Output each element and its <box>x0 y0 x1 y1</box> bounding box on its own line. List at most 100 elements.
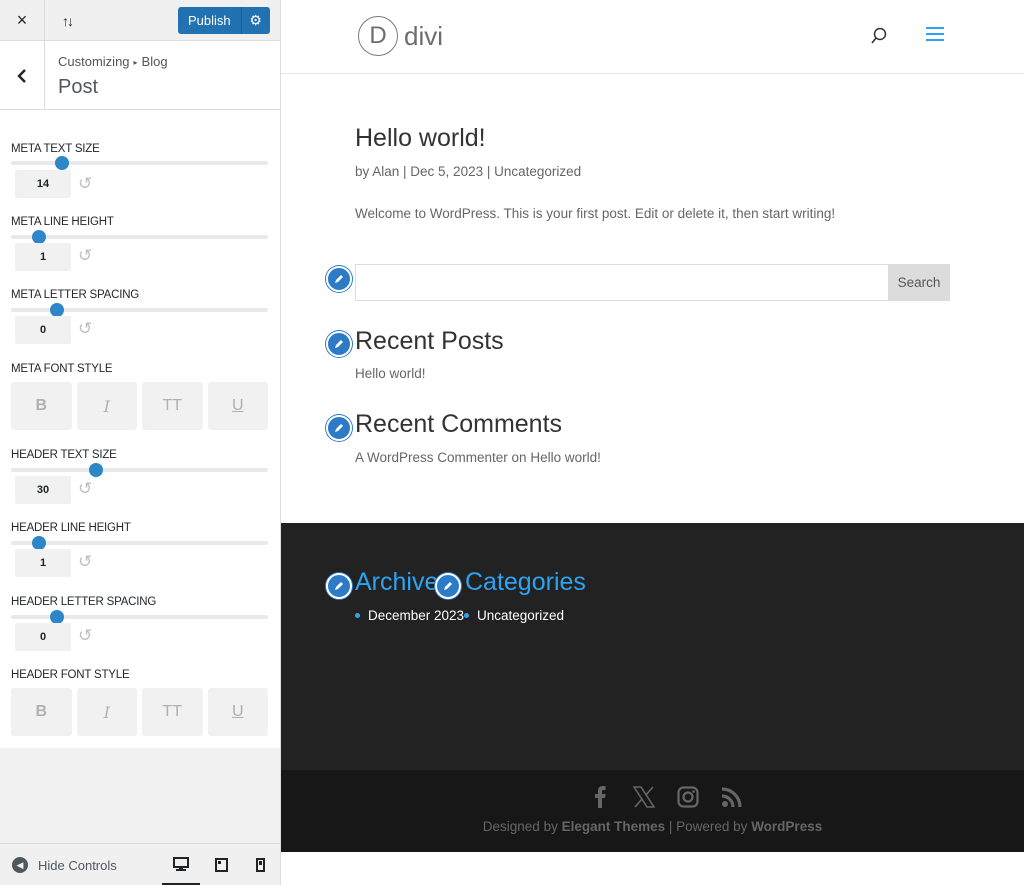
logo-text: divi <box>404 20 444 51</box>
breadcrumb-root: Customizing <box>58 54 130 69</box>
slider-handle[interactable] <box>88 463 103 477</box>
underline-button[interactable]: U <box>207 688 268 736</box>
underline-button[interactable]: U <box>207 382 268 430</box>
uppercase-button[interactable]: TT <box>142 382 203 430</box>
control-label: META LINE HEIGHT <box>11 216 114 228</box>
header-letter-spacing-slider[interactable] <box>11 610 268 624</box>
header-line-height-slider[interactable] <box>11 536 268 550</box>
preview-mobile-button[interactable] <box>241 844 279 885</box>
publish-group: Publish ⚙ <box>178 7 270 34</box>
facebook-icon[interactable] <box>587 784 613 810</box>
arrows-up-down-icon: ↑↓ <box>62 12 74 29</box>
customizer-topbar: × ↑↓ Publish ⚙ <box>0 0 280 41</box>
collapse-icon: ◀ <box>12 857 28 873</box>
reorder-button[interactable]: ↑↓ <box>45 0 89 41</box>
search-input[interactable] <box>355 264 888 301</box>
footer-credits: Designed by Elegant Themes | Powered by … <box>281 819 1024 834</box>
recent-comment-link[interactable]: A WordPress Commenter on Hello world! <box>355 450 601 465</box>
bold-button[interactable]: B <box>11 688 72 736</box>
site-logo[interactable]: D divi <box>358 16 443 56</box>
recent-post-link[interactable]: Hello world! <box>355 366 426 381</box>
header-text-size-slider[interactable] <box>11 463 268 477</box>
edit-shortcut-icon[interactable] <box>326 266 352 292</box>
italic-button[interactable]: I <box>76 382 137 430</box>
control-label: META FONT STYLE <box>11 363 113 375</box>
preview-desktop-button[interactable] <box>162 844 200 885</box>
hamburger-menu-icon[interactable] <box>926 27 944 45</box>
slider-handle[interactable] <box>32 536 47 550</box>
meta-font-style-group: B I TT U <box>11 382 268 430</box>
archive-link[interactable]: December 2023 <box>355 608 464 623</box>
x-icon[interactable] <box>631 784 657 810</box>
meta-line-height-input[interactable]: 1 <box>15 243 71 271</box>
slider-handle[interactable] <box>50 610 65 624</box>
hide-controls-label: Hide Controls <box>38 857 117 873</box>
slider-handle[interactable] <box>55 156 70 170</box>
header-search-button[interactable] <box>870 27 888 50</box>
breadcrumb-separator: ▸ <box>133 58 138 67</box>
search-button[interactable]: Search <box>888 264 950 301</box>
rss-icon[interactable] <box>719 784 745 810</box>
header-font-style-group: B I TT U <box>11 688 268 736</box>
close-icon: × <box>16 10 28 30</box>
uppercase-button[interactable]: TT <box>142 688 203 736</box>
control-label: META TEXT SIZE <box>11 143 100 155</box>
meta-line-height-slider[interactable] <box>11 230 268 244</box>
reset-icon[interactable]: ↺ <box>78 480 92 497</box>
italic-button[interactable]: I <box>76 688 137 736</box>
mobile-icon <box>255 858 265 872</box>
close-button[interactable]: × <box>0 0 45 41</box>
header-line-height-input[interactable]: 1 <box>15 549 71 577</box>
customizer-sidebar: × ↑↓ Publish ⚙ Customizing ▸ Blog Post M… <box>0 0 281 885</box>
reset-icon[interactable]: ↺ <box>78 627 92 644</box>
meta-text-size-input[interactable]: 14 <box>15 170 71 198</box>
slider-handle[interactable] <box>50 303 65 317</box>
meta-letter-spacing-slider[interactable] <box>11 303 268 317</box>
bullet-icon <box>464 613 469 618</box>
post-body: Welcome to WordPress. This is your first… <box>355 206 836 221</box>
bold-button[interactable]: B <box>11 382 72 430</box>
preview-tablet-button[interactable] <box>202 844 240 885</box>
breadcrumb-parent: Blog <box>141 54 168 69</box>
search-icon <box>871 27 887 44</box>
breadcrumb: Customizing ▸ Blog <box>58 54 168 69</box>
customizer-footer: ◀ Hide Controls <box>0 843 280 885</box>
category-link[interactable]: Uncategorized <box>464 608 564 623</box>
back-button[interactable] <box>0 41 45 110</box>
reset-icon[interactable]: ↺ <box>78 320 92 337</box>
meta-letter-spacing-input[interactable]: 0 <box>15 316 71 344</box>
meta-text-size-slider[interactable] <box>11 156 268 170</box>
site-header: D divi <box>281 0 1024 74</box>
chevron-left-icon <box>17 68 26 83</box>
recent-comments-title: Recent Comments <box>355 410 563 438</box>
archive-link-text: December 2023 <box>368 608 465 623</box>
control-label: META LETTER SPACING <box>11 289 140 301</box>
post-title[interactable]: Hello world! <box>355 124 486 153</box>
hide-controls-button[interactable]: ◀ Hide Controls <box>12 857 117 873</box>
reset-icon[interactable]: ↺ <box>78 175 92 192</box>
elegant-themes-link[interactable]: Elegant Themes <box>562 819 666 834</box>
publish-settings-button[interactable]: ⚙ <box>240 7 270 34</box>
edit-shortcut-icon[interactable] <box>326 573 352 599</box>
control-label: HEADER LETTER SPACING <box>11 596 157 608</box>
control-label: HEADER LINE HEIGHT <box>11 522 131 534</box>
credits-prefix: Designed by <box>482 819 562 834</box>
gear-icon: ⚙ <box>249 12 262 28</box>
credits-middle: | Powered by <box>665 819 752 834</box>
slider-handle[interactable] <box>32 230 47 244</box>
edit-shortcut-icon[interactable] <box>435 573 461 599</box>
publish-button[interactable]: Publish <box>178 7 241 34</box>
wordpress-link[interactable]: WordPress <box>751 819 822 834</box>
controls-panel: META TEXT SIZE 14 ↺ META LINE HEIGHT 1 ↺… <box>0 110 280 748</box>
category-link-text: Uncategorized <box>477 608 565 623</box>
site-preview: D divi Hello world! by Alan | Dec 5, 202… <box>281 0 1024 885</box>
reset-icon[interactable]: ↺ <box>78 553 92 570</box>
edit-shortcut-icon[interactable] <box>326 415 352 441</box>
reset-icon[interactable]: ↺ <box>78 247 92 264</box>
header-text-size-input[interactable]: 30 <box>15 476 71 504</box>
categories-title: Categories <box>465 568 586 596</box>
instagram-icon[interactable] <box>675 784 701 810</box>
section-header: Customizing ▸ Blog Post <box>0 41 280 110</box>
header-letter-spacing-input[interactable]: 0 <box>15 623 71 651</box>
edit-shortcut-icon[interactable] <box>326 331 352 357</box>
